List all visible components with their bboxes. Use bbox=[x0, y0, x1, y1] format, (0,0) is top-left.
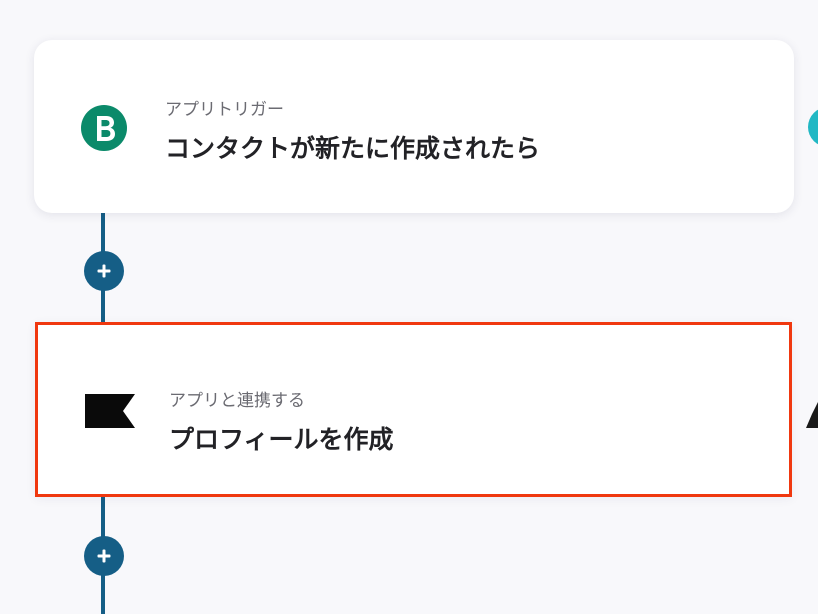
offscreen-dark-icon bbox=[806, 398, 818, 432]
brevo-b-icon bbox=[81, 105, 127, 151]
plus-icon bbox=[97, 264, 111, 278]
offscreen-teal-icon bbox=[808, 107, 818, 147]
black-flag-icon bbox=[85, 394, 135, 428]
step-type-label: アプリトリガー bbox=[165, 100, 284, 120]
step-type-label: アプリと連携する bbox=[169, 391, 305, 411]
step-title: コンタクトが新たに作成されたら bbox=[165, 134, 541, 163]
plus-icon bbox=[97, 549, 111, 563]
add-step-button-1[interactable] bbox=[84, 251, 124, 291]
add-step-button-2[interactable] bbox=[84, 536, 124, 576]
step-title: プロフィールを作成 bbox=[169, 425, 394, 454]
action-step-card[interactable]: アプリと連携する プロフィールを作成 bbox=[35, 322, 792, 497]
trigger-step-card[interactable]: アプリトリガー コンタクトが新たに作成されたら bbox=[34, 40, 794, 213]
